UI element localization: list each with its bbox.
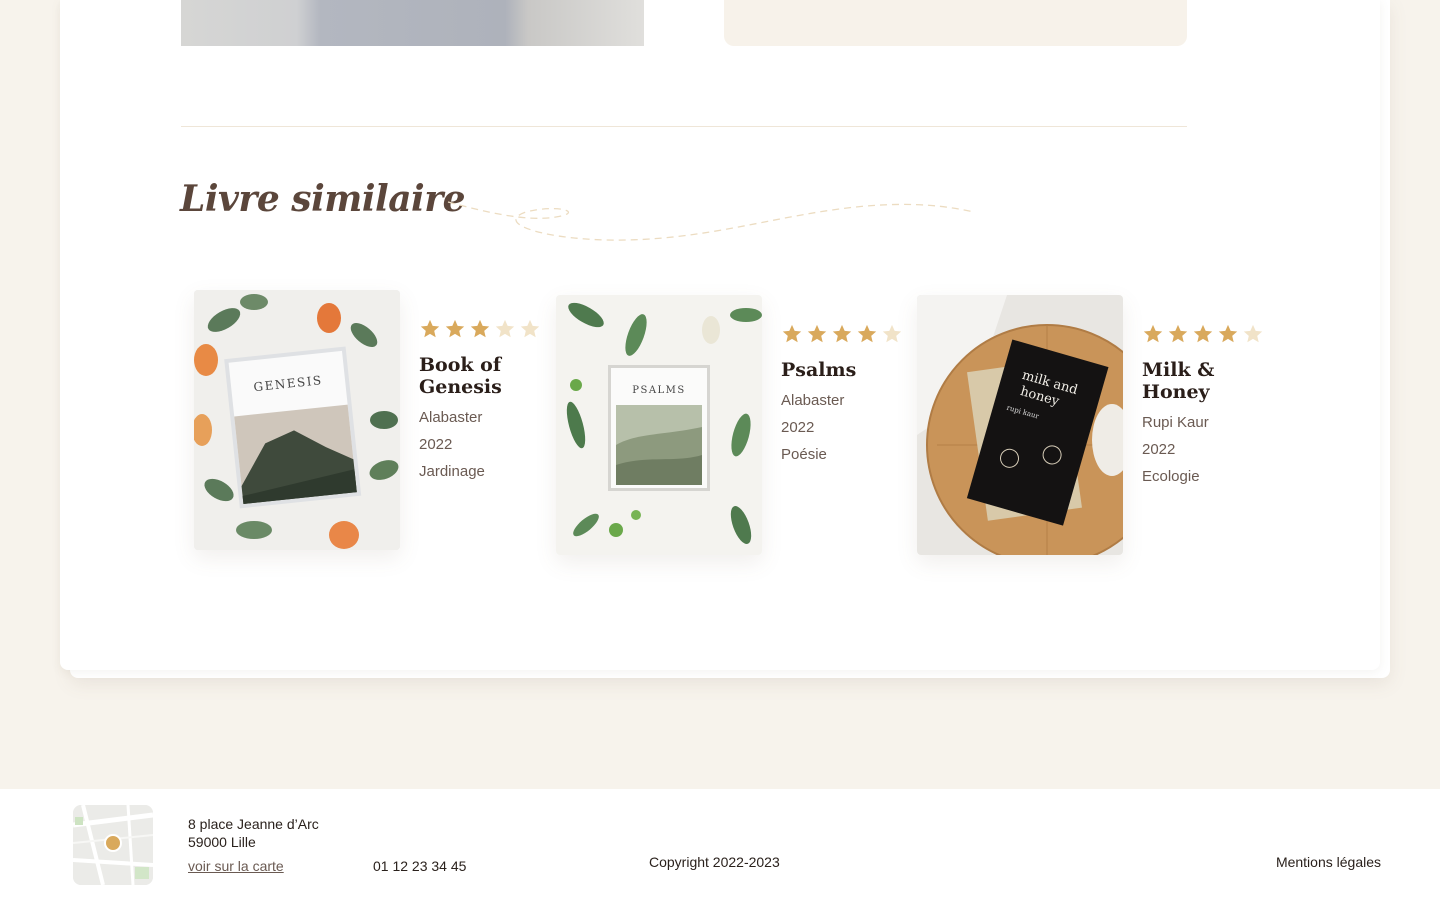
description-box-bottom-edge (724, 0, 1187, 46)
book-author: Alabaster (419, 409, 483, 426)
star-filled-icon (832, 324, 852, 343)
book-meta: Rupi Kaur 2022 Ecologie (1142, 409, 1282, 490)
book-info: Book of Genesis Alabaster 2022 Jardinage (419, 318, 559, 485)
site-footer: 8 place Jeanne d’Arc 59000 Lille voir su… (0, 789, 1440, 899)
star-filled-icon (1168, 324, 1188, 343)
rating-stars (419, 318, 559, 342)
star-filled-icon (782, 324, 802, 343)
book-photo-bottom-edge (181, 0, 644, 46)
map-thumbnail[interactable] (73, 805, 153, 885)
star-empty-icon (1243, 324, 1263, 343)
book-card-psalms[interactable]: PSALMS Psalms Alabaster 2022 Poésie (556, 295, 916, 565)
section-title: Livre similaire (180, 178, 466, 220)
book-cover-genesis[interactable]: GENESIS (194, 290, 400, 550)
star-filled-icon (807, 324, 827, 343)
star-empty-icon (495, 319, 515, 338)
view-map-link[interactable]: voir sur la carte (188, 858, 284, 874)
legal-notice-link[interactable]: Mentions légales (1276, 854, 1381, 870)
book-meta: Alabaster 2022 Jardinage (419, 404, 559, 485)
book-title[interactable]: Milk & Honey (1142, 359, 1282, 403)
book-card-milk-honey[interactable]: milk and honey rupi kaur Milk & Honey Ru… (917, 295, 1277, 565)
star-empty-icon (520, 319, 540, 338)
book-info: Psalms Alabaster 2022 Poésie (781, 323, 921, 468)
book-title-line1: Book of (419, 354, 502, 376)
star-filled-icon (420, 319, 440, 338)
book-card-genesis[interactable]: GENESIS Book of Genesis Alabaster 2022 J… (194, 290, 554, 560)
book-info: Milk & Honey Rupi Kaur 2022 Ecologie (1142, 323, 1282, 490)
star-filled-icon (1143, 324, 1163, 343)
content-card: Livre similaire GENESIS Book of Genesis … (60, 0, 1380, 670)
decorative-squiggle (447, 201, 975, 241)
book-title-line1: Milk & (1142, 359, 1215, 381)
book-cover-psalms[interactable]: PSALMS (556, 295, 762, 555)
book-title-line2: Genesis (419, 376, 502, 398)
section-divider (181, 126, 1187, 127)
book-year: 2022 (419, 436, 453, 453)
star-filled-icon (470, 319, 490, 338)
address-line1: 8 place Jeanne d’Arc (188, 816, 319, 832)
star-empty-icon (882, 324, 902, 343)
book-author: Rupi Kaur (1142, 414, 1209, 431)
book-title[interactable]: Book of Genesis (419, 354, 559, 398)
book-category: Jardinage (419, 463, 485, 480)
book-author: Alabaster (781, 392, 845, 409)
footer-address: 8 place Jeanne d’Arc 59000 Lille (188, 815, 319, 851)
rating-stars (1142, 323, 1282, 347)
book-title-line1: Psalms (781, 359, 857, 381)
book-category: Poésie (781, 446, 827, 463)
svg-text:PSALMS: PSALMS (632, 385, 686, 396)
footer-phone: 01 12 23 34 45 (373, 858, 467, 874)
book-title-line2: Honey (1142, 381, 1210, 403)
book-title[interactable]: Psalms (781, 359, 921, 381)
footer-copyright: Copyright 2022-2023 (649, 854, 780, 870)
star-filled-icon (1218, 324, 1238, 343)
book-year: 2022 (1142, 441, 1176, 458)
star-filled-icon (445, 319, 465, 338)
rating-stars (781, 323, 921, 347)
book-cover-milk-honey[interactable]: milk and honey rupi kaur (917, 295, 1123, 555)
book-year: 2022 (781, 419, 815, 436)
book-meta: Alabaster 2022 Poésie (781, 387, 921, 468)
star-filled-icon (857, 324, 877, 343)
address-line2: 59000 Lille (188, 834, 256, 850)
book-category: Ecologie (1142, 468, 1200, 485)
star-filled-icon (1193, 324, 1213, 343)
